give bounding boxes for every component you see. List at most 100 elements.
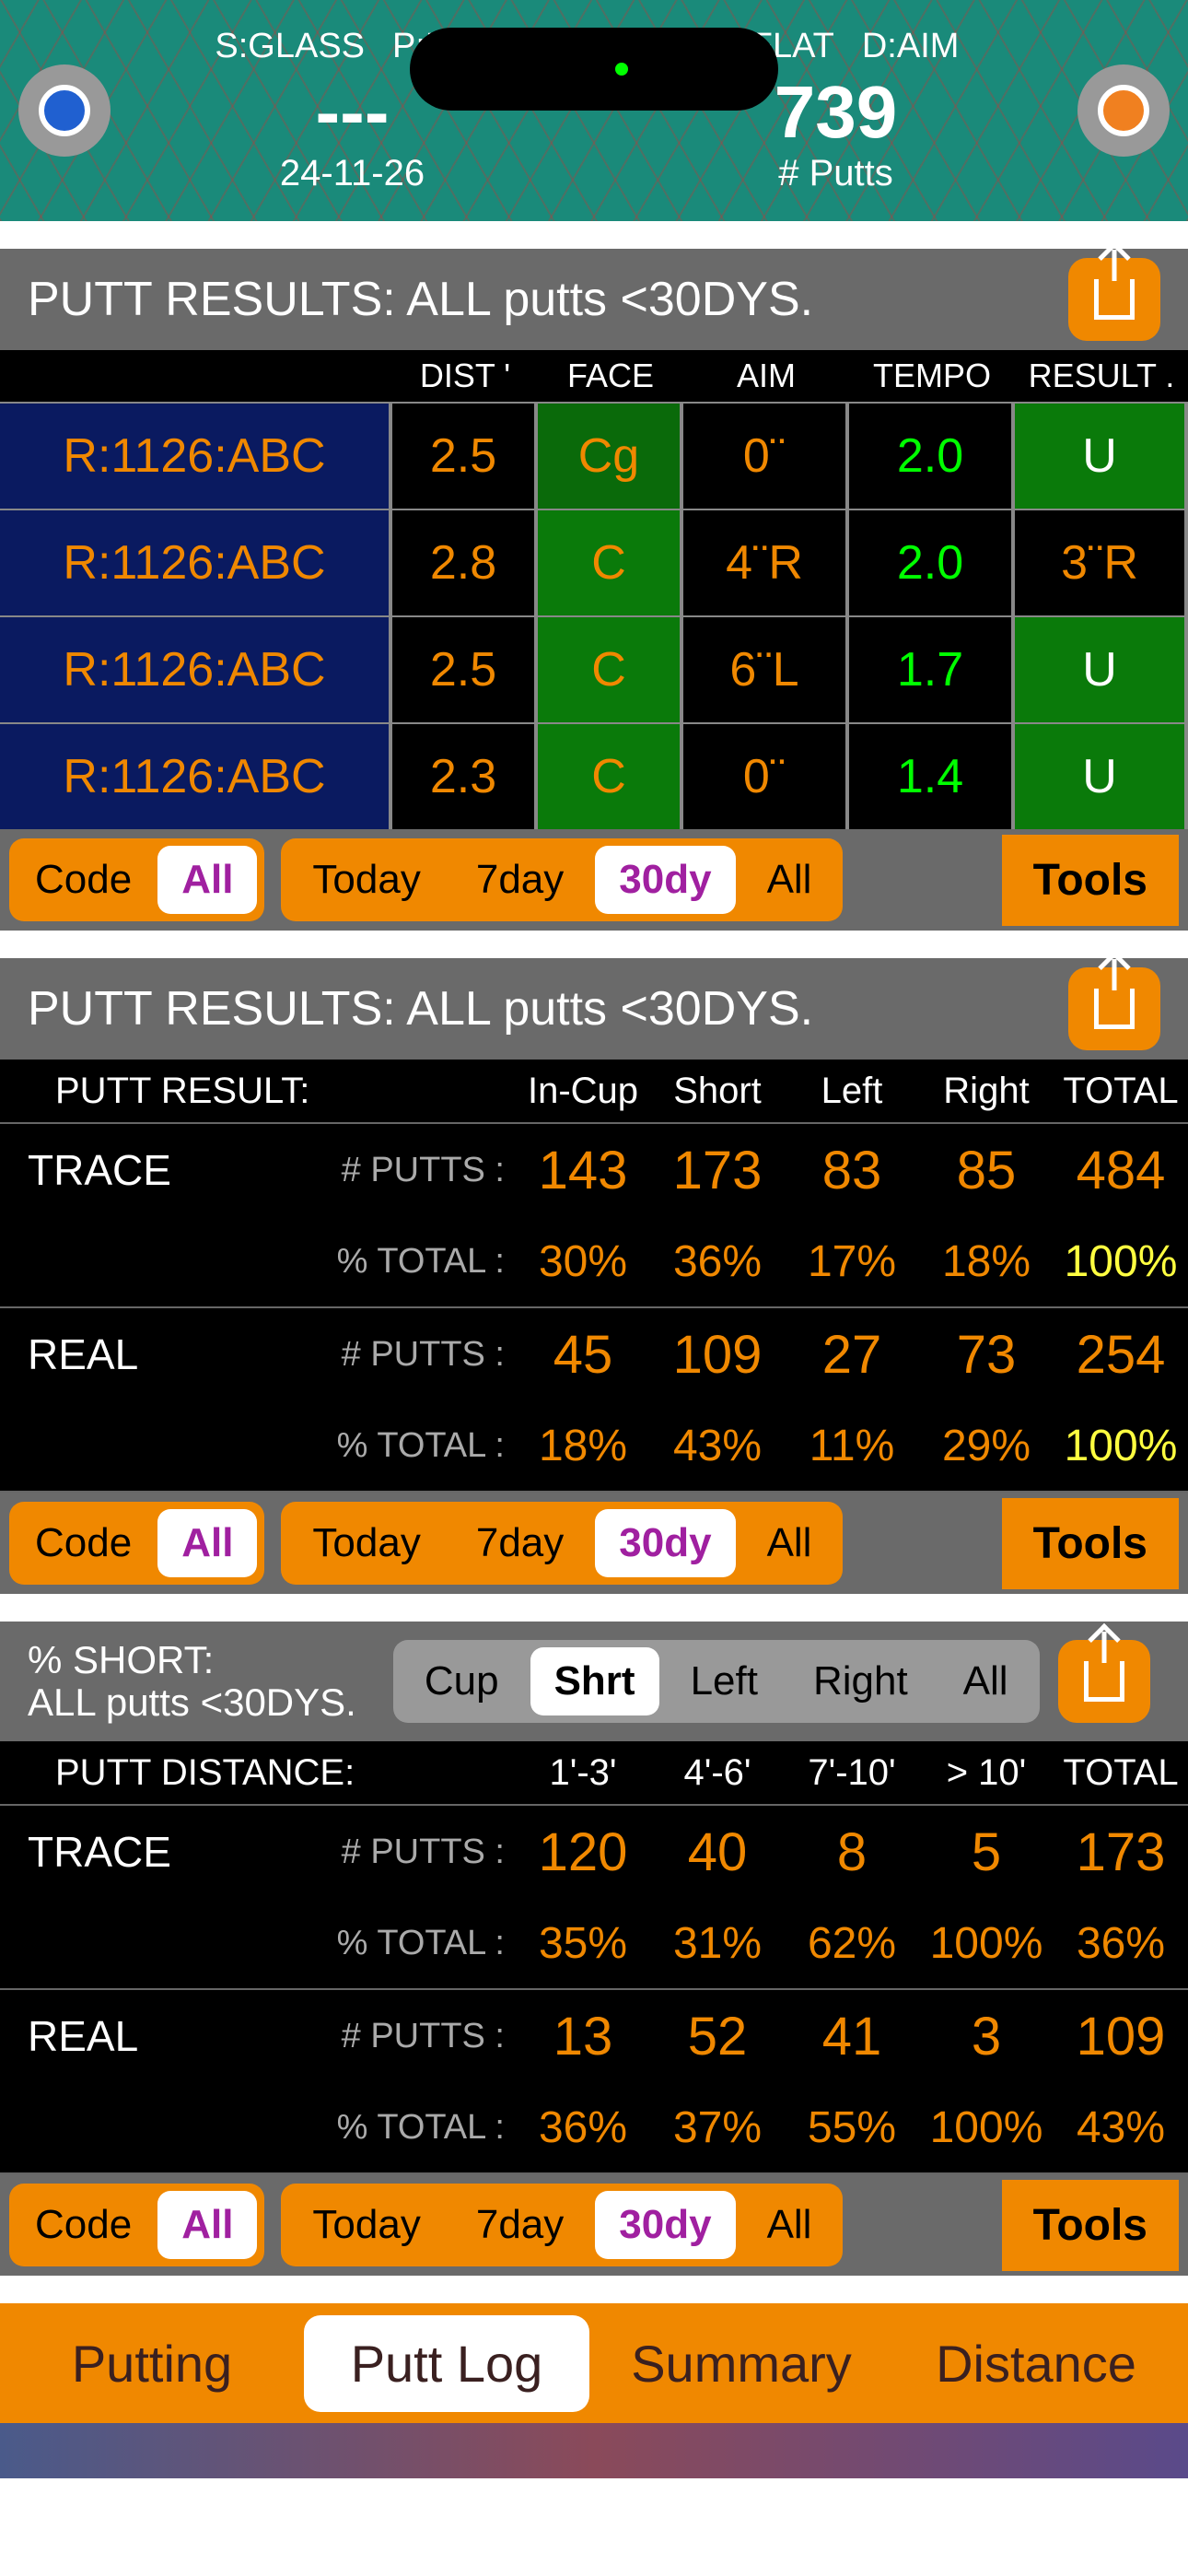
section2-controls: Code All Today7day30dyAll Tools	[0, 1493, 1188, 1594]
share-icon	[1084, 1661, 1124, 1702]
range-all[interactable]: All	[743, 2191, 836, 2259]
filter-all[interactable]: All	[939, 1647, 1032, 1715]
stat-putts: 41	[785, 2006, 919, 2067]
cell-aim: 0¨	[683, 404, 849, 509]
stat-pct: 100%	[1054, 1236, 1188, 1287]
section3-head-label: PUTT DISTANCE:	[0, 1752, 516, 1794]
col-right: Right	[919, 1071, 1054, 1112]
code-segment[interactable]: Code All	[9, 2184, 264, 2266]
section2-share-button[interactable]	[1068, 967, 1160, 1050]
group-name: REAL	[0, 1329, 249, 1379]
range-today[interactable]: Today	[288, 2191, 444, 2259]
filter-left[interactable]: Left	[667, 1647, 782, 1715]
cell-face: C	[538, 617, 683, 722]
code-segment[interactable]: Code All	[9, 1502, 264, 1585]
code-value[interactable]: All	[157, 846, 257, 914]
col-short: Short	[650, 1071, 785, 1112]
range-segment[interactable]: Today7day30dyAll	[281, 838, 843, 921]
stats-group: REAL# PUTTS :1352413109% TOTAL :36%37%55…	[0, 1990, 1188, 2174]
filter-cup[interactable]: Cup	[401, 1647, 523, 1715]
stat-putts: 83	[785, 1140, 919, 1201]
table-row[interactable]: R:1126:ABC2.5Cg0¨2.0U	[0, 402, 1188, 509]
stat-pct: 43%	[1054, 2102, 1188, 2153]
putts-label: # PUTTS :	[249, 1335, 516, 1375]
cell-aim: 4¨R	[683, 510, 849, 615]
code-value[interactable]: All	[157, 1509, 257, 1577]
section1-title-bar: PUTT RESULTS: ALL putts <30DYS.	[0, 249, 1188, 350]
tools-button[interactable]: Tools	[1002, 1498, 1179, 1589]
range-30dy[interactable]: 30dy	[595, 1509, 735, 1577]
bottom-tabbar: PuttingPutt LogSummaryDistance	[0, 2303, 1188, 2423]
filter-segment[interactable]: CupShrtLeftRightAll	[393, 1640, 1040, 1723]
tab-summary[interactable]: Summary	[599, 2315, 884, 2412]
cell-code: R:1126:ABC	[0, 617, 392, 722]
cell-tempo: 1.7	[849, 617, 1015, 722]
code-label: Code	[17, 2202, 150, 2248]
filter-right[interactable]: Right	[789, 1647, 932, 1715]
tab-distance[interactable]: Distance	[893, 2315, 1179, 2412]
group-name: REAL	[0, 2011, 249, 2061]
range-segment[interactable]: Today7day30dyAll	[281, 1502, 843, 1585]
app-header: S:GLASS P:MID --- 24-11-26 M:FLAT D:AIM …	[0, 0, 1188, 221]
stat-pct: 11%	[785, 1421, 919, 1471]
filter-shrt[interactable]: Shrt	[530, 1647, 659, 1715]
range-all[interactable]: All	[743, 846, 836, 914]
range-today[interactable]: Today	[288, 846, 444, 914]
range-segment[interactable]: Today7day30dyAll	[281, 2184, 843, 2266]
cell-tempo: 2.0	[849, 404, 1015, 509]
range-all[interactable]: All	[743, 1509, 836, 1577]
stat-putts: 109	[1054, 2006, 1188, 2067]
table-row[interactable]: R:1126:ABC2.8C4¨R2.03¨R	[0, 509, 1188, 615]
stat-putts: 143	[516, 1140, 650, 1201]
cell-face: C	[538, 724, 683, 829]
group-name: TRACE	[0, 1145, 249, 1195]
code-segment[interactable]: Code All	[9, 838, 264, 921]
tab-putting[interactable]: Putting	[9, 2315, 295, 2412]
col-left: Left	[785, 1071, 919, 1112]
tools-button[interactable]: Tools	[1002, 2180, 1179, 2271]
stat-putts: 73	[919, 1324, 1054, 1386]
footer-background	[0, 2423, 1188, 2478]
cell-aim: 0¨	[683, 724, 849, 829]
cell-dist: 2.5	[392, 404, 538, 509]
cell-dist: 2.5	[392, 617, 538, 722]
section3-title: % SHORT: ALL putts <30DYS.	[28, 1639, 356, 1724]
code-value[interactable]: All	[157, 2191, 257, 2259]
range-30dy[interactable]: 30dy	[595, 846, 735, 914]
tab-putt-log[interactable]: Putt Log	[304, 2315, 589, 2412]
col-d3: 7'-10'	[785, 1752, 919, 1794]
settings-gear-right-icon[interactable]	[1077, 64, 1170, 157]
table-row[interactable]: R:1126:ABC2.5C6¨L1.7U	[0, 615, 1188, 722]
stat-putts: 484	[1054, 1140, 1188, 1201]
stat-putts: 52	[650, 2006, 785, 2067]
cell-result: U	[1015, 404, 1188, 509]
stat-pct: 36%	[650, 1236, 785, 1287]
col-aim: AIM	[683, 357, 849, 395]
range-7day[interactable]: 7day	[452, 2191, 588, 2259]
range-30dy[interactable]: 30dy	[595, 2191, 735, 2259]
table-row[interactable]: R:1126:ABC2.3C0¨1.4U	[0, 722, 1188, 829]
stat-putts: 173	[1054, 1821, 1188, 1883]
range-7day[interactable]: 7day	[452, 1509, 588, 1577]
code-label: Code	[17, 1520, 150, 1566]
tools-button[interactable]: Tools	[1002, 835, 1179, 926]
col-total: TOTAL	[1054, 1071, 1188, 1112]
cell-face: C	[538, 510, 683, 615]
header-tag-d: D:AIM	[862, 27, 960, 66]
stat-putts: 120	[516, 1821, 650, 1883]
col-d4: > 10'	[919, 1752, 1054, 1794]
range-7day[interactable]: 7day	[452, 846, 588, 914]
stat-putts: 8	[785, 1821, 919, 1883]
col-tempo: TEMPO	[849, 357, 1015, 395]
putts-label: # PUTTS :	[249, 1832, 516, 1872]
section1-share-button[interactable]	[1068, 258, 1160, 341]
section2-table-body: TRACE# PUTTS :1431738385484% TOTAL :30%3…	[0, 1124, 1188, 1493]
stat-pct: 31%	[650, 1918, 785, 1969]
section2-title: PUTT RESULTS: ALL putts <30DYS.	[28, 981, 1068, 1036]
section3-share-button[interactable]	[1058, 1640, 1150, 1723]
settings-gear-left-icon[interactable]	[18, 64, 111, 157]
range-today[interactable]: Today	[288, 1509, 444, 1577]
section3-title-bar: % SHORT: ALL putts <30DYS. CupShrtLeftRi…	[0, 1622, 1188, 1741]
stat-pct: 17%	[785, 1236, 919, 1287]
stats-group: TRACE# PUTTS :1204085173% TOTAL :35%31%6…	[0, 1806, 1188, 1990]
